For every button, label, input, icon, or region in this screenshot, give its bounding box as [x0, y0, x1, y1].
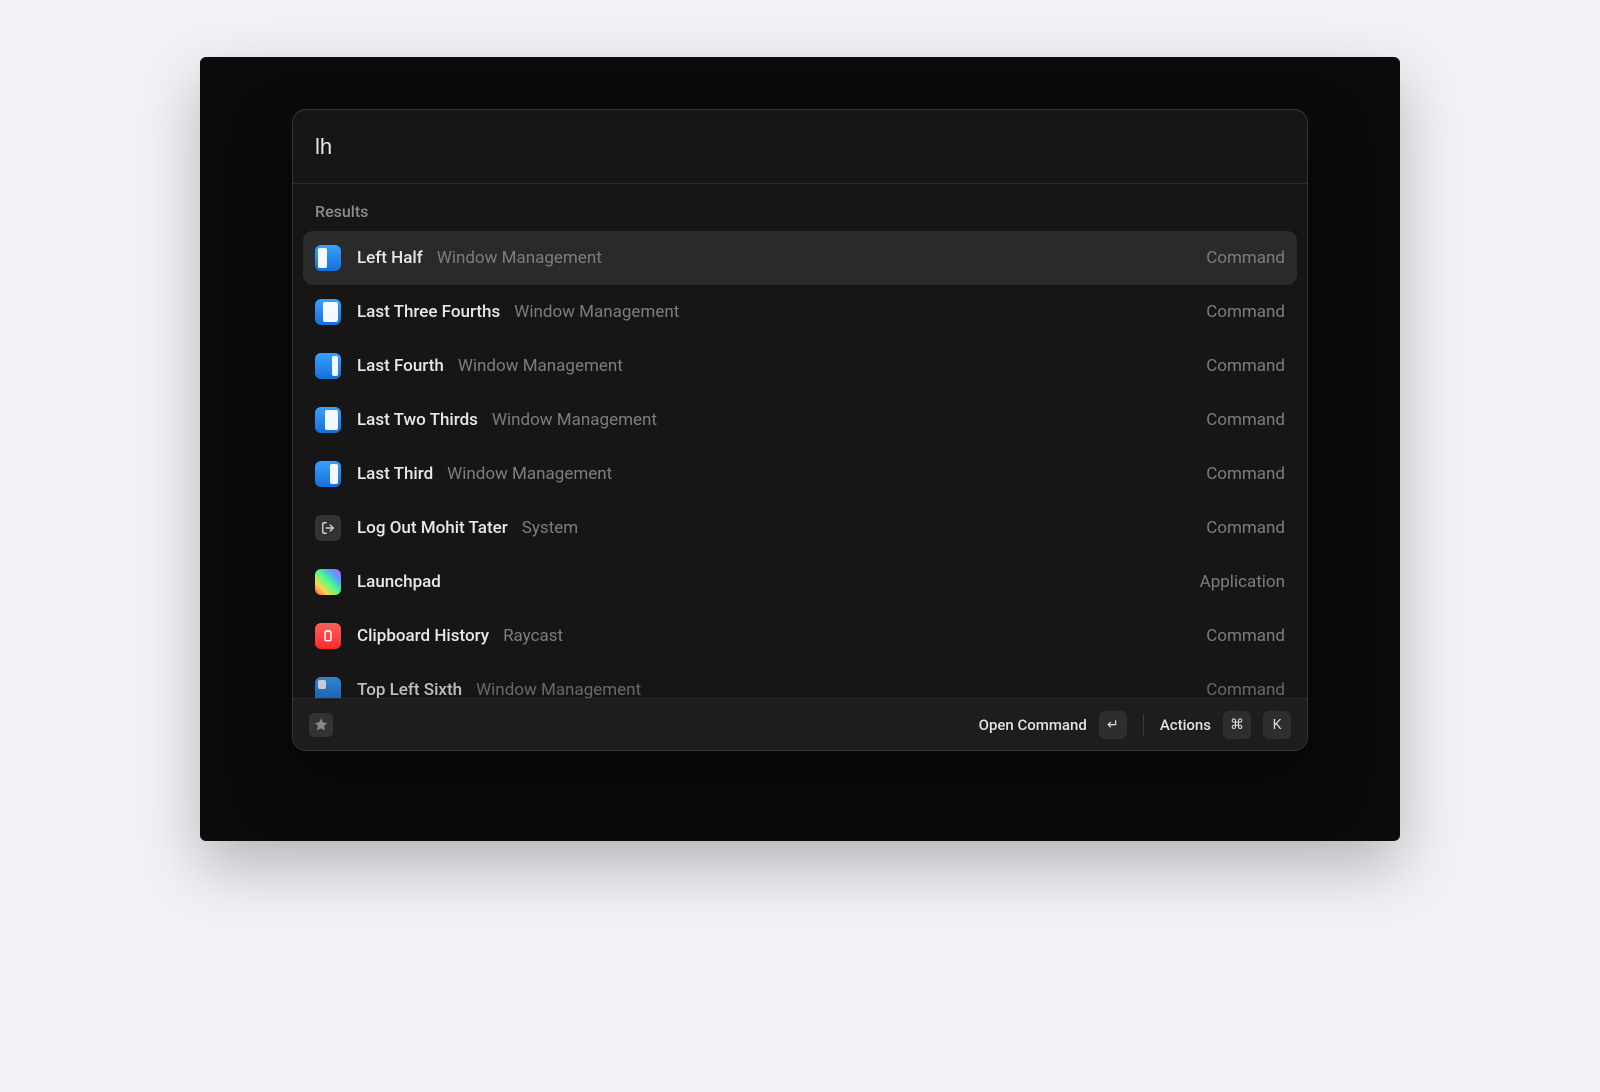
result-subtitle: Window Management: [447, 464, 612, 484]
result-item-log-out[interactable]: Log Out Mohit Tater System Command: [303, 501, 1297, 555]
desktop-background: Results Left Half Window Management Comm…: [200, 57, 1400, 841]
result-subtitle: Window Management: [458, 356, 623, 376]
result-title: Launchpad: [357, 572, 441, 592]
result-title: Last Third: [357, 464, 433, 484]
results-section-header: Results: [293, 184, 1307, 231]
result-item-last-three-fourths[interactable]: Last Three Fourths Window Management Com…: [303, 285, 1297, 339]
primary-action-label[interactable]: Open Command: [979, 716, 1087, 734]
app-indicator-icon: [309, 713, 333, 737]
result-title: Top Left Sixth: [357, 680, 462, 698]
window-last-fourth-icon: [315, 353, 341, 379]
result-item-last-fourth[interactable]: Last Fourth Window Management Command: [303, 339, 1297, 393]
result-subtitle: Window Management: [492, 410, 657, 430]
launchpad-icon: [315, 569, 341, 595]
result-item-last-third[interactable]: Last Third Window Management Command: [303, 447, 1297, 501]
secondary-action-label[interactable]: Actions: [1160, 716, 1211, 734]
results-list: Left Half Window Management Command Last…: [293, 231, 1307, 698]
launcher-footer: Open Command ↵ Actions ⌘ K: [293, 698, 1307, 750]
search-input[interactable]: [315, 134, 1285, 160]
result-type: Application: [1200, 572, 1285, 592]
logout-icon: [315, 515, 341, 541]
command-key-icon: ⌘: [1223, 711, 1251, 739]
result-item-last-two-thirds[interactable]: Last Two Thirds Window Management Comman…: [303, 393, 1297, 447]
result-subtitle: Window Management: [437, 248, 602, 268]
result-title: Last Fourth: [357, 356, 444, 376]
footer-divider: [1143, 714, 1144, 736]
result-type: Command: [1206, 464, 1285, 484]
result-title: Log Out Mohit Tater: [357, 518, 508, 538]
result-type: Command: [1206, 410, 1285, 430]
result-item-top-left-sixth[interactable]: Top Left Sixth Window Management Command: [303, 663, 1297, 698]
window-last-two-thirds-icon: [315, 407, 341, 433]
result-subtitle: Window Management: [514, 302, 679, 322]
result-type: Command: [1206, 518, 1285, 538]
enter-key-icon: ↵: [1099, 711, 1127, 739]
result-type: Command: [1206, 626, 1285, 646]
result-type: Command: [1206, 680, 1285, 698]
k-key-icon: K: [1263, 711, 1291, 739]
result-subtitle: Window Management: [476, 680, 641, 698]
result-item-left-half[interactable]: Left Half Window Management Command: [303, 231, 1297, 285]
result-title: Clipboard History: [357, 626, 489, 646]
result-type: Command: [1206, 302, 1285, 322]
window-last-third-icon: [315, 461, 341, 487]
result-item-clipboard-history[interactable]: Clipboard History Raycast Command: [303, 609, 1297, 663]
result-title: Left Half: [357, 248, 423, 268]
clipboard-icon: [315, 623, 341, 649]
result-title: Last Three Fourths: [357, 302, 500, 322]
command-launcher-window: Results Left Half Window Management Comm…: [292, 109, 1308, 751]
window-left-half-icon: [315, 245, 341, 271]
window-last-three-fourths-icon: [315, 299, 341, 325]
window-top-left-sixth-icon: [315, 677, 341, 698]
result-type: Command: [1206, 248, 1285, 268]
result-subtitle: Raycast: [503, 626, 563, 646]
result-title: Last Two Thirds: [357, 410, 478, 430]
result-item-launchpad[interactable]: Launchpad Application: [303, 555, 1297, 609]
result-type: Command: [1206, 356, 1285, 376]
result-subtitle: System: [522, 518, 578, 538]
search-row: [293, 110, 1307, 184]
